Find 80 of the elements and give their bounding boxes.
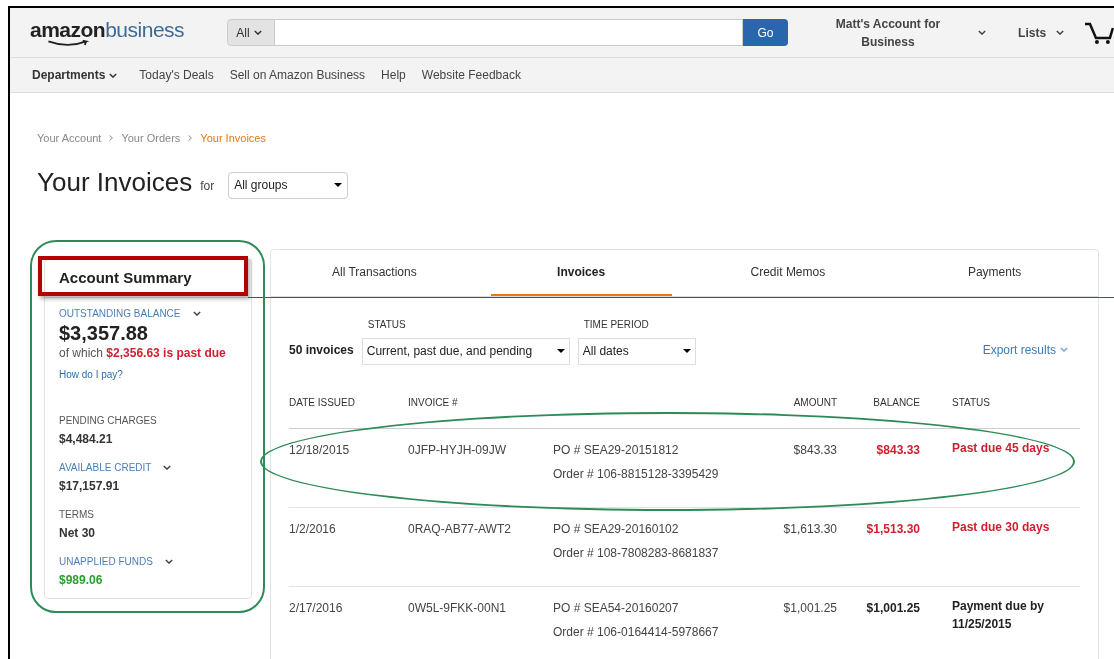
order-number: Order # 106-0164414-5978667	[553, 623, 719, 641]
tab[interactable]: Credit Memos	[697, 249, 879, 296]
tab[interactable]: Payments	[904, 249, 1085, 296]
logo-text[interactable]: amazon	[30, 18, 106, 40]
chevron-down-icon	[253, 30, 262, 35]
po-number: PO # SEA54-20160207	[553, 599, 679, 617]
breadcrumb-link[interactable]: Your Orders	[121, 130, 181, 147]
chevron-down-icon	[192, 310, 201, 316]
past-due-note: of which $2,356.63 is past due	[59, 345, 227, 361]
summary-label[interactable]: AVAILABLE CREDIT	[59, 459, 152, 475]
status-select[interactable]: Current, past due, and pending	[361, 337, 570, 365]
account-menu[interactable]: Matt's Account for Business	[807, 14, 987, 51]
column-header: AMOUNT	[793, 395, 837, 410]
amount-cell-text: $1,613.30	[783, 520, 837, 538]
separator-icon	[188, 135, 193, 142]
page-title: Your Invoices	[37, 168, 193, 195]
summary-value: Net 30	[59, 524, 97, 542]
logo-text[interactable]: business	[105, 18, 185, 40]
caret-icon	[334, 183, 343, 187]
nav-link[interactable]: Website Feedback	[421, 66, 521, 84]
po-number: PO # SEA29-20160102	[553, 520, 679, 538]
balance-cell-text: $1,513.30	[866, 520, 920, 538]
cart-icon[interactable]	[1084, 20, 1114, 45]
order-number: Order # 108-7808283-8681837	[553, 544, 719, 562]
column-header: INVOICE #	[408, 395, 459, 410]
period-select[interactable]: All dates	[577, 337, 696, 365]
go-button[interactable]: Go	[743, 19, 788, 46]
search-field[interactable]	[275, 19, 743, 46]
nav-link[interactable]: Today's Deals	[139, 66, 214, 84]
balance-value: $3,357.88	[59, 320, 149, 346]
summary-label: TERMS	[59, 507, 94, 522]
summary-label: PENDING CHARGES	[59, 413, 157, 428]
summary-label[interactable]: UNAPPLIED FUNDS	[59, 553, 153, 569]
balance-cell-text: $1,001.25	[866, 599, 920, 617]
column-header: DATE ISSUED	[289, 395, 356, 410]
invoice-number-link[interactable]: 0JFP-HYJH-09JW	[408, 440, 553, 459]
chevron-down-icon	[109, 72, 118, 78]
title-for-label: for	[200, 177, 215, 195]
order-number: Order # 106-8815128-3395429	[553, 465, 719, 483]
search-category-select[interactable]: All	[227, 19, 276, 46]
filter-label: TIME PERIOD	[583, 317, 650, 332]
summary-value: $4,484.21	[59, 430, 114, 448]
how-to-pay-link[interactable]: How do I pay?	[59, 368, 123, 380]
tab[interactable]: Invoices	[490, 249, 672, 296]
date-cell-text: 1/2/2016	[289, 520, 337, 538]
chevron-down-icon	[1056, 30, 1065, 35]
chevron-down-icon	[978, 30, 987, 35]
balance-cell-text: $843.33	[876, 441, 920, 459]
date-cell-text: 12/18/2015	[289, 441, 351, 459]
caret-icon	[682, 349, 691, 353]
nav-link[interactable]: Sell on Amazon Business	[229, 66, 366, 84]
export-link[interactable]: Export results	[982, 340, 1068, 359]
amount-cell-text: $1,001.25	[783, 599, 837, 617]
summary-title: Account Summary	[59, 267, 192, 288]
invoice-number-link[interactable]: 0W5L-9FKK-00N1	[408, 598, 553, 617]
departments-menu[interactable]: Departments	[32, 66, 118, 84]
summary-label[interactable]: OUTSTANDING BALANCE	[59, 305, 181, 321]
status-cell-text: Past due 30 days	[952, 518, 1051, 536]
status-cell-text: Past due 45 days	[952, 439, 1051, 457]
po-number: PO # SEA29-20151812	[553, 441, 679, 459]
invoice-count: 50 invoices	[289, 341, 354, 359]
date-cell-text: 2/17/2016	[289, 599, 344, 617]
separator-icon	[109, 135, 114, 142]
breadcrumb-link[interactable]: Your Account	[37, 130, 102, 147]
chevron-down-icon	[1060, 347, 1068, 352]
lists-menu[interactable]: Lists	[1018, 23, 1065, 42]
column-header: STATUS	[952, 395, 991, 410]
amount-cell-text: $843.33	[793, 441, 837, 459]
chevron-down-icon	[163, 464, 172, 470]
group-select[interactable]: All groups	[228, 171, 349, 199]
nav-link[interactable]: Help	[381, 66, 406, 84]
tab[interactable]: All Transactions	[284, 249, 465, 296]
summary-value: $17,157.91	[59, 477, 121, 495]
caret-icon	[556, 349, 565, 353]
summary-value: $989.06	[59, 571, 104, 589]
filter-label: STATUS	[367, 317, 407, 332]
chevron-down-icon	[164, 558, 173, 564]
invoice-number-link[interactable]: 0RAQ-AB77-AWT2	[408, 519, 553, 538]
status-cell-text: Payment due by 11/25/2015	[952, 597, 1046, 633]
column-header: BALANCE	[873, 395, 920, 410]
